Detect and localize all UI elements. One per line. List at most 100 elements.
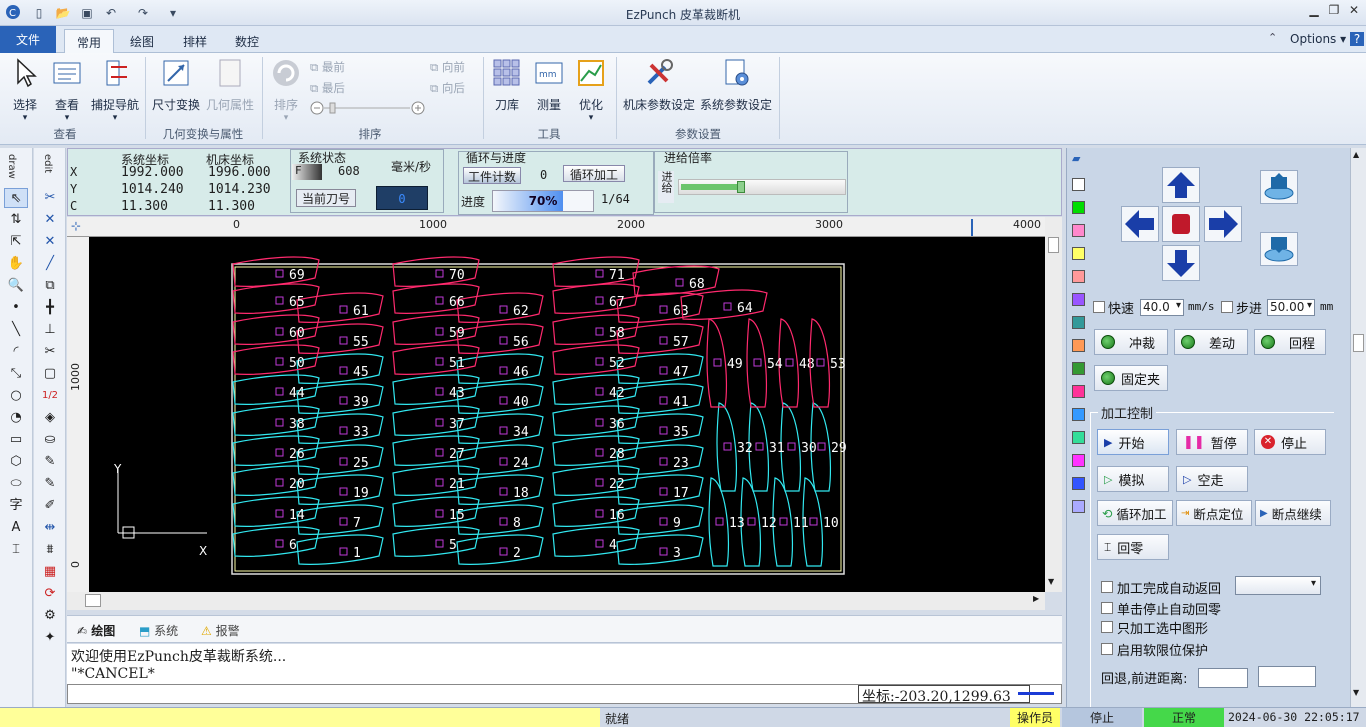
single-stop-home-checkbox[interactable] [1101,602,1113,614]
drawing-canvas[interactable]: 1 2 3 4 5 6 7 8 9 10 11 12 13 14 15 16 17 18 19 20 21 22 23 24 2… [89,237,1045,592]
help-icon[interactable]: ? [1350,32,1364,46]
system-params-button[interactable]: 系统参数设定 [698,57,774,113]
jog-stop-button[interactable] [1162,206,1200,242]
nest-piece[interactable]: 62 [456,292,544,323]
head-up-button[interactable] [1260,170,1298,204]
back-distance-input[interactable] [1198,668,1248,688]
nest-piece[interactable]: 37 [392,405,480,436]
color-swatch[interactable] [1072,477,1085,490]
nest-piece[interactable]: 57 [616,323,704,354]
optimize-button[interactable]: 优化 ▾ [574,57,608,123]
nest-piece[interactable]: 4 [552,526,640,557]
horizontal-scroll-thumb[interactable] [85,594,101,607]
color-swatch[interactable] [1072,201,1085,214]
dry-run-button[interactable]: ▷ 空走 [1176,466,1248,492]
measure-button[interactable]: mm 测量 [532,57,566,113]
color-swatch[interactable] [1072,362,1085,375]
nest-piece[interactable]: 23 [616,444,704,475]
nest-piece[interactable]: 19 [296,474,384,505]
jog-right-button[interactable] [1204,206,1242,242]
pen-icon[interactable]: ✎ [38,452,62,472]
box-icon[interactable]: ▢ [38,364,62,384]
dimension-tool-icon[interactable]: ⌶ [4,540,28,560]
color-swatch[interactable] [1072,339,1085,352]
vertical-scrollbar[interactable]: ▼ [1045,217,1062,592]
auto-return-select[interactable]: ▾ [1235,576,1321,595]
offset-icon[interactable]: ╱ [38,254,62,274]
forward-distance-input[interactable] [1258,666,1316,687]
color-swatch[interactable] [1072,431,1085,444]
start-button[interactable]: ▶ 开始 [1097,429,1169,455]
nest-piece[interactable]: 56 [456,323,544,354]
cycle-process-control-button[interactable]: ⟲ 循环加工 [1097,500,1173,526]
rotate-icon[interactable]: ⟳ [38,584,62,604]
color-swatch[interactable] [1072,454,1085,467]
select-region-icon[interactable]: ⇱ [4,232,28,252]
size-transform-button[interactable]: 尺寸变换 [150,57,202,113]
tab-alarm-output[interactable]: ⚠ 报警 [201,622,240,639]
rect-tool-icon[interactable]: ▭ [4,430,28,450]
nest-piece[interactable]: 68 [632,265,720,296]
nest-piece[interactable]: 16 [552,496,640,527]
pin-icon[interactable]: ✎ [38,474,62,494]
horizontal-scrollbar[interactable]: ▶ [67,592,1045,610]
auto-return-checkbox[interactable] [1101,581,1113,593]
feed-rate-slider[interactable] [678,179,846,195]
nest-piece[interactable]: 6 [232,526,320,557]
nest-piece[interactable]: 5 [392,526,480,557]
pan-hand-icon[interactable]: ✋ [4,254,28,274]
nest-piece[interactable]: 30 [780,402,817,492]
color-swatch[interactable] [1072,247,1085,260]
ellipse-tool-icon[interactable]: ⬭ [4,474,28,494]
align-icon[interactable]: ⩩ [38,540,62,560]
nest-piece[interactable]: 61 [296,292,384,323]
tab-system-output[interactable]: ⬒ 系统 [139,622,178,639]
return-button[interactable]: 回程 [1254,329,1326,355]
snap-nav-button[interactable]: 捕捉导航 ▾ [90,57,140,123]
trim-icon[interactable]: ✂ [38,188,62,208]
nest-icon[interactable]: ⚙ [38,606,62,626]
color-swatch[interactable] [1072,316,1085,329]
origin-crosshair-icon[interactable]: ⊹ [71,219,81,233]
nest-piece[interactable]: 15 [392,496,480,527]
color-swatch[interactable] [1072,178,1085,191]
tab-nc[interactable]: 数控 [223,29,271,53]
jog-up-button[interactable] [1162,167,1200,203]
nest-piece[interactable]: 40 [456,383,544,414]
feed-rate-thumb[interactable] [737,181,745,193]
text-tool-icon[interactable]: 字 [4,496,28,516]
brush-icon[interactable]: ✐ [38,496,62,516]
join-icon[interactable]: ⊥ [38,320,62,340]
process-selected-checkbox[interactable] [1101,621,1113,633]
breakpoint-locate-button[interactable]: ⇥ 断点定位 [1176,500,1252,526]
magic-icon[interactable]: ✦ [38,628,62,648]
nest-piece[interactable]: 47 [616,353,704,384]
restore-icon[interactable]: ❐ [1324,3,1344,21]
zoom-icon[interactable]: 🔍 [4,276,28,296]
cross-icon[interactable]: ✕ [38,210,62,230]
tab-common[interactable]: 常用 [64,29,115,53]
pause-button[interactable]: ❚❚ 暂停 [1176,429,1248,455]
break-icon[interactable]: ╋ [38,298,62,318]
diff-button[interactable]: 差动 [1174,329,1248,355]
punch-button[interactable]: 冲裁 [1094,329,1168,355]
nest-piece[interactable]: 46 [456,353,544,384]
forward-button[interactable]: ⧉ 向前 [430,59,465,75]
fill-icon[interactable]: ◈ [38,408,62,428]
text-style-icon[interactable]: A [4,518,28,538]
arc-tool-icon[interactable]: ◜ [4,342,28,362]
scissors-icon[interactable]: ✂ [38,342,62,362]
jog-left-button[interactable] [1121,206,1159,242]
mirror-icon[interactable]: ⇹ [38,518,62,538]
soft-limit-checkbox[interactable] [1101,643,1113,655]
cycle-process-button[interactable]: 循环加工 [563,165,625,182]
nest-piece[interactable]: 70 [392,256,480,287]
move-tool-icon[interactable]: ⇅ [4,210,28,230]
half-icon[interactable]: 1/2 [38,386,62,406]
extend-icon[interactable]: ✕ [38,232,62,252]
select-button[interactable]: 选择 ▾ [8,57,42,123]
polyline-tool-icon[interactable]: ⤡ [4,364,28,384]
color-swatch[interactable] [1072,224,1085,237]
simulate-button[interactable]: ▷ 模拟 [1097,466,1169,492]
tab-file[interactable]: 文件 [0,26,56,53]
